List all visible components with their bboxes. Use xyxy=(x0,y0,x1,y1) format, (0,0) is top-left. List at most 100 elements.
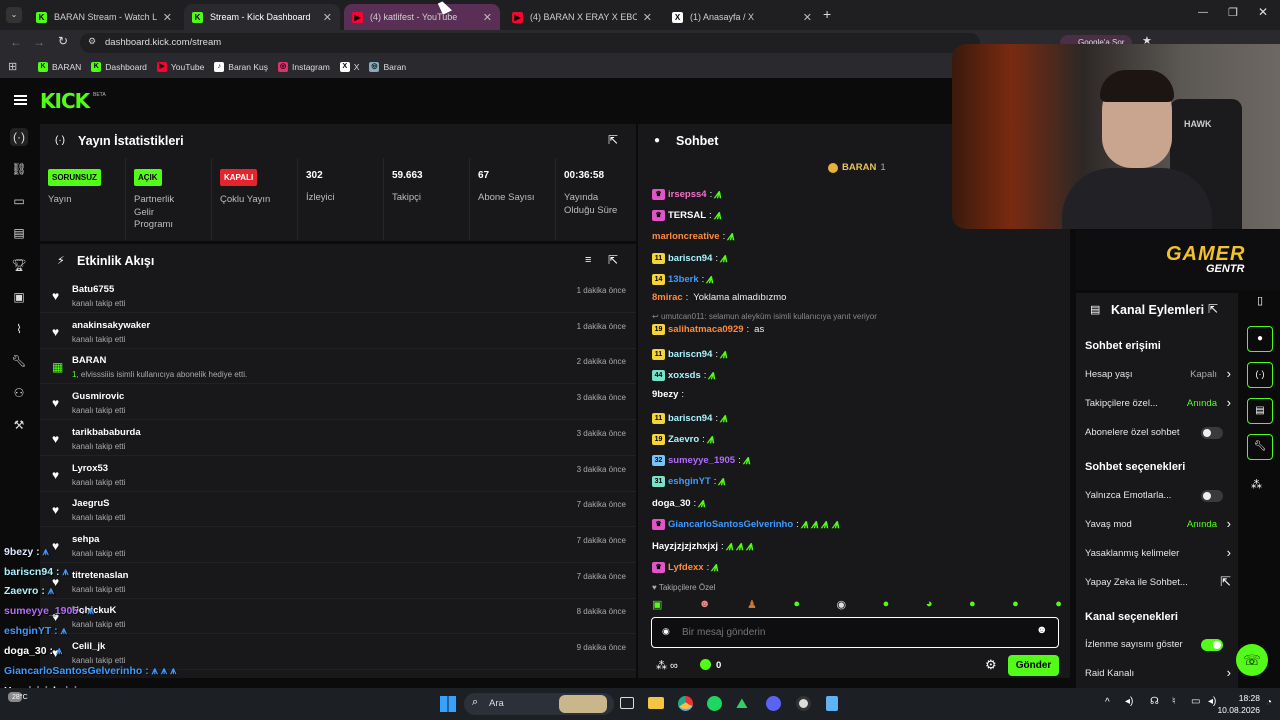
bookmark-item[interactable]: ♪ Baran Kuş xyxy=(214,62,268,72)
browser-tab[interactable]: ▶ (4) katlifest - YouTube ✕ xyxy=(344,4,500,30)
broadcast-rail-icon[interactable]: (·) xyxy=(1247,362,1273,388)
link-icon[interactable]: ⛓ xyxy=(10,160,28,178)
emote-icon[interactable]: ♟ xyxy=(747,598,757,612)
start-icon[interactable] xyxy=(440,696,456,712)
event-username[interactable]: Gusmirovic xyxy=(72,391,124,402)
browser-tab[interactable]: K BARAN Stream - Watch Live on ✕ xyxy=(28,4,180,30)
action-row[interactable]: Raid Kanalı › xyxy=(1085,665,1231,680)
bookmark-item[interactable]: K Dashboard xyxy=(91,62,147,72)
emote-icon[interactable]: ● xyxy=(1012,598,1019,612)
new-tab-button[interactable]: + xyxy=(823,6,831,22)
chat-username[interactable]: salihatmaca0929 xyxy=(668,324,744,335)
tab-list-button[interactable]: ⌄ xyxy=(6,7,22,23)
apps-rail-icon[interactable]: ⁂ xyxy=(1251,478,1262,491)
event-username[interactable]: sehpa xyxy=(72,534,99,545)
points-icon[interactable]: ⁂ ∞ xyxy=(656,659,678,672)
actions-popout-icon[interactable]: ⇱ xyxy=(1208,302,1218,316)
emote-icon[interactable]: ● xyxy=(883,598,890,612)
popout-icon[interactable]: ⇱ xyxy=(608,133,618,147)
forward-icon[interactable]: → xyxy=(33,35,45,49)
clock-time[interactable]: 18:28 xyxy=(1220,693,1260,703)
chat-username[interactable]: Hayzjzjzjzhxjxj xyxy=(652,541,718,552)
chat-message-field[interactable] xyxy=(682,624,1022,640)
explorer-icon[interactable] xyxy=(648,697,664,709)
mic-icon[interactable]: ♮ xyxy=(1172,696,1176,707)
emote-icon[interactable]: ◉ xyxy=(837,598,847,612)
event-username[interactable]: anakinsakywaker xyxy=(72,320,150,331)
chat-username[interactable]: irsepss4 xyxy=(668,189,707,200)
bookmark-item[interactable]: ◎ Baran xyxy=(369,62,406,72)
emoji-icon[interactable]: ☻ xyxy=(1036,624,1048,636)
event-username[interactable]: Lyrox53 xyxy=(72,463,108,474)
network-icon[interactable]: ▭ xyxy=(1191,696,1200,707)
browser-tab[interactable]: X (1) Anasayfa / X ✕ xyxy=(664,4,820,30)
chat-username[interactable]: GiancarloSantosGelverinho xyxy=(668,519,793,530)
tab-close-icon[interactable]: ✕ xyxy=(483,11,492,24)
taskview-icon[interactable] xyxy=(620,697,634,709)
emote-icon[interactable]: ▣ xyxy=(652,598,662,612)
browser-tab[interactable]: K Stream - Kick Dashboard ✕ xyxy=(184,4,340,30)
emote-icon[interactable]: ◕ xyxy=(926,598,933,612)
users-icon[interactable]: ⚇ xyxy=(10,384,28,402)
kick-logo[interactable]: KICK xyxy=(40,89,90,113)
bookmark-item[interactable]: ◎ Instagram xyxy=(278,62,330,72)
bookmark-item[interactable]: K BARAN xyxy=(38,62,81,72)
chat-username[interactable]: Zaevro xyxy=(668,434,699,445)
chat-rail-icon[interactable]: ● xyxy=(1247,326,1273,352)
notepad-icon[interactable] xyxy=(826,696,838,711)
analytics-icon[interactable]: ⌇ xyxy=(10,320,28,338)
event-username[interactable]: titretenaslan xyxy=(72,570,129,581)
action-row[interactable]: Yasaklanmış kelimeler › xyxy=(1085,545,1231,560)
action-row[interactable]: Abonelere özel sohbet xyxy=(1085,427,1225,439)
toggle-switch[interactable] xyxy=(1201,427,1223,439)
chart-icon[interactable]: ▤ xyxy=(10,224,28,242)
actions-rail-icon[interactable]: ▤ xyxy=(1247,398,1273,424)
site-info-icon[interactable]: ⚙ xyxy=(88,36,96,47)
url-field[interactable]: ⚙ dashboard.kick.com/stream xyxy=(80,33,980,53)
event-username[interactable]: BARAN xyxy=(72,355,106,366)
tab-close-icon[interactable]: ✕ xyxy=(163,11,172,24)
window-icon[interactable]: ▭ xyxy=(10,192,28,210)
chrome-icon[interactable] xyxy=(678,696,693,711)
action-row[interactable]: Takipçilere özel... Anında › xyxy=(1085,395,1231,410)
apps-grid-icon[interactable]: ⊞ xyxy=(8,60,17,73)
tools-icon[interactable]: ⚒ xyxy=(10,416,28,434)
chat-settings-icon[interactable]: ⚙ xyxy=(985,657,997,673)
clock-date[interactable]: 10.08.2026 xyxy=(1212,705,1260,715)
wrench-rail-icon[interactable]: 🔧︎ xyxy=(1247,434,1273,460)
tray-chevron-icon[interactable]: ^ xyxy=(1105,697,1110,708)
send-button[interactable]: Gönder xyxy=(1008,655,1059,676)
action-row[interactable]: İzlenme sayısını göster xyxy=(1085,639,1225,651)
chat-username[interactable]: 13berk xyxy=(668,274,699,285)
chat-input[interactable]: ◉ ☻ xyxy=(651,617,1059,648)
pinned-user[interactable]: BARAN 1 xyxy=(828,162,886,173)
chat-username[interactable]: 9bezy xyxy=(652,389,678,400)
chat-username[interactable]: bariscn94 xyxy=(668,413,712,424)
speaker-icon[interactable]: ◂) xyxy=(1125,696,1133,707)
toggle-switch[interactable] xyxy=(1201,639,1223,651)
notification-icon[interactable]: ◔ xyxy=(1266,697,1272,708)
chat-username[interactable]: 8mirac xyxy=(652,292,683,303)
wrench-icon[interactable]: 🔧︎ xyxy=(10,352,28,370)
chat-username[interactable]: xoxsds xyxy=(668,370,701,381)
emote-icon[interactable]: ☻ xyxy=(699,598,711,612)
emote-icon[interactable]: ● xyxy=(969,598,976,612)
spotify-icon[interactable] xyxy=(707,696,722,711)
chat-username[interactable]: eshginYT xyxy=(668,476,711,487)
reload-icon[interactable]: ↻ xyxy=(58,34,68,48)
doc-icon[interactable]: ▯ xyxy=(1251,292,1269,310)
close-window-button[interactable]: ✕ xyxy=(1258,5,1268,19)
event-username[interactable]: Celil_jk xyxy=(72,641,105,652)
hamburger-icon[interactable] xyxy=(14,95,27,105)
filter-icon[interactable]: ≡ xyxy=(585,254,591,266)
action-row[interactable]: Yapay Zeka ile Sohbet... ⇱ xyxy=(1085,574,1231,589)
support-icon[interactable]: ☏ xyxy=(1236,644,1268,676)
app-icon[interactable]: ⛰ xyxy=(736,695,748,712)
tab-close-icon[interactable]: ✕ xyxy=(643,11,652,24)
browser-tab[interactable]: ▶ (4) BARAN X ERAY X EBONİVON ✕ xyxy=(504,4,660,30)
event-username[interactable]: Batu6755 xyxy=(72,284,114,295)
toggle-switch[interactable] xyxy=(1201,490,1223,502)
event-username[interactable]: JaegruS xyxy=(72,498,110,509)
broadcast-icon[interactable]: (·) xyxy=(10,128,28,146)
obs-icon[interactable] xyxy=(796,696,811,711)
